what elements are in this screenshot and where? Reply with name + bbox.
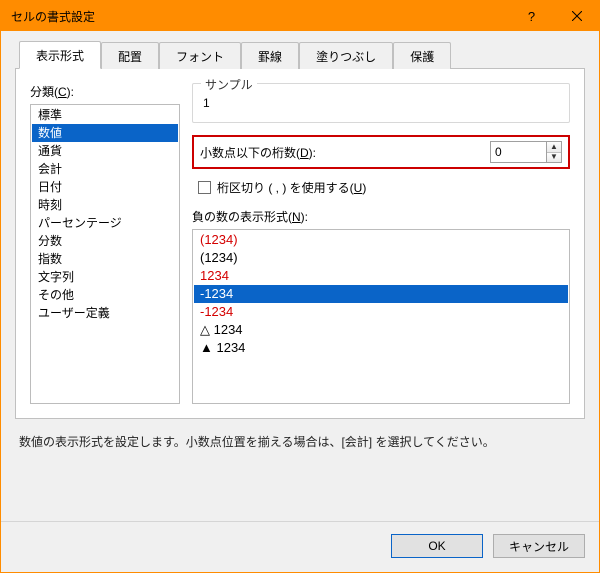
spinner-buttons: ▲ ▼ (546, 141, 562, 163)
decimal-places-input[interactable] (490, 141, 546, 163)
tabstrip: 表示形式 配置 フォント 罫線 塗りつぶし 保護 (15, 41, 585, 69)
thousands-separator-checkbox[interactable] (198, 181, 211, 194)
list-item[interactable]: △ 1234 (194, 321, 568, 339)
negative-label-hotkey: N (292, 210, 301, 224)
tab-number-format[interactable]: 表示形式 (19, 41, 101, 69)
close-button[interactable] (554, 1, 599, 31)
list-item[interactable]: (1234) (194, 249, 568, 267)
list-item[interactable]: 通貨 (32, 142, 178, 160)
list-item[interactable]: 1234 (194, 267, 568, 285)
tab-body: 分類(C): 標準 数値 通貨 会計 日付 時刻 パーセンテージ 分数 指数 文… (15, 69, 585, 419)
negative-format-listbox[interactable]: (1234) (1234) 1234 -1234 -1234 △ 1234 ▲ … (192, 229, 570, 404)
sample-group: サンプル 1 (192, 83, 570, 123)
list-item[interactable]: ▲ 1234 (194, 339, 568, 357)
list-item[interactable]: その他 (32, 286, 178, 304)
category-label-hotkey: C (58, 85, 67, 99)
chevron-down-icon: ▼ (550, 153, 558, 161)
list-item[interactable]: 時刻 (32, 196, 178, 214)
list-item[interactable]: 日付 (32, 178, 178, 196)
list-item[interactable]: (1234) (194, 231, 568, 249)
category-listbox[interactable]: 標準 数値 通貨 会計 日付 時刻 パーセンテージ 分数 指数 文字列 その他 … (30, 104, 180, 404)
list-item[interactable]: パーセンテージ (32, 214, 178, 232)
decimal-label-prefix: 小数点以下の桁数( (200, 146, 300, 160)
list-item[interactable]: -1234 (194, 303, 568, 321)
titlebar: セルの書式設定 ? (1, 1, 599, 31)
decimal-places-spinner: ▲ ▼ (490, 141, 562, 163)
close-icon (572, 11, 582, 21)
thousands-separator-row: 桁区切り ( , ) を使用する(U) (198, 179, 570, 196)
list-item[interactable]: ユーザー定義 (32, 304, 178, 322)
list-item[interactable]: 数値 (32, 124, 178, 142)
tab-border[interactable]: 罫線 (241, 42, 299, 69)
negative-format-label: 負の数の表示形式(N): (192, 208, 570, 225)
spinner-up-button[interactable]: ▲ (547, 142, 561, 153)
list-item[interactable]: 標準 (32, 106, 178, 124)
chevron-up-icon: ▲ (550, 143, 558, 151)
cancel-button[interactable]: キャンセル (493, 534, 585, 558)
sample-label: サンプル (201, 76, 257, 93)
list-item[interactable]: 会計 (32, 160, 178, 178)
tab-protection[interactable]: 保護 (393, 42, 451, 69)
dialog-button-row: OK キャンセル (1, 521, 599, 572)
decimal-places-label: 小数点以下の桁数(D): (200, 144, 316, 161)
category-label-suffix: ): (67, 85, 74, 99)
negative-label-prefix: 負の数の表示形式( (192, 210, 292, 224)
thousands-separator-label: 桁区切り ( , ) を使用する(U) (217, 179, 366, 196)
decimal-label-hotkey: D (300, 146, 309, 160)
format-cells-dialog: セルの書式設定 ? 表示形式 配置 フォント 罫線 塗りつぶし 保護 分類(C)… (0, 0, 600, 573)
sample-value: 1 (203, 96, 559, 110)
tab-alignment[interactable]: 配置 (101, 42, 159, 69)
help-button[interactable]: ? (509, 1, 554, 31)
thousands-label-suffix: ) (362, 181, 366, 195)
list-item[interactable]: 文字列 (32, 268, 178, 286)
negative-label-suffix: ): (301, 210, 308, 224)
client-area: 表示形式 配置 フォント 罫線 塗りつぶし 保護 分類(C): 標準 数値 通貨… (1, 31, 599, 521)
category-column: 分類(C): 標準 数値 通貨 会計 日付 時刻 パーセンテージ 分数 指数 文… (30, 83, 180, 404)
list-item[interactable]: 指数 (32, 250, 178, 268)
list-item[interactable]: -1234 (194, 285, 568, 303)
thousands-label-prefix: 桁区切り ( , ) を使用する( (217, 181, 354, 195)
category-label: 分類(C): (30, 83, 180, 100)
detail-column: サンプル 1 小数点以下の桁数(D): ▲ ▼ (192, 83, 570, 404)
tab-font[interactable]: フォント (159, 42, 241, 69)
window-title: セルの書式設定 (11, 8, 509, 25)
ok-button[interactable]: OK (391, 534, 483, 558)
list-item[interactable]: 分数 (32, 232, 178, 250)
decimal-label-suffix: ): (309, 146, 316, 160)
tab-fill[interactable]: 塗りつぶし (299, 42, 393, 69)
description-text: 数値の表示形式を設定します。小数点位置を揃える場合は、[会計] を選択してくださ… (19, 433, 581, 521)
decimal-places-row: 小数点以下の桁数(D): ▲ ▼ (192, 135, 570, 169)
category-label-prefix: 分類( (30, 85, 58, 99)
spinner-down-button[interactable]: ▼ (547, 153, 561, 163)
